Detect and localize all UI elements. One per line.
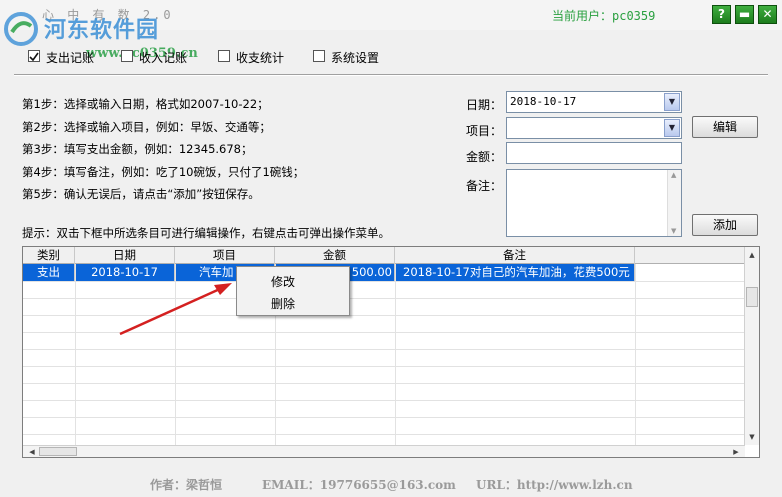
- close-button[interactable]: ✕: [758, 5, 777, 24]
- footer-url: URL：http://www.lzh.cn: [476, 478, 633, 492]
- step-3: 第3步：填写支出金额，例如：12345.678；: [22, 142, 253, 156]
- column-header[interactable]: 日期: [75, 247, 175, 264]
- note-label: 备注：: [466, 179, 503, 193]
- checkbox[interactable]: [218, 50, 230, 62]
- date-label: 日期：: [466, 98, 503, 112]
- add-button[interactable]: 添加: [692, 214, 758, 236]
- grid-column-line: [395, 264, 396, 447]
- grid-row-line: [23, 298, 745, 299]
- step-1: 第1步：选择或输入日期，格式如2007-10-22；: [22, 97, 269, 111]
- table-row[interactable]: 支出 2018-10-17 汽车加 500.00 2018-10-17对自己的汽…: [23, 264, 745, 281]
- note-textarea[interactable]: ▲ ▼: [506, 169, 682, 237]
- menu-item-modify[interactable]: 修改: [271, 273, 295, 290]
- tab-label: 系统设置: [331, 51, 380, 65]
- grid-row-line: [23, 400, 745, 401]
- item-select[interactable]: ▼: [506, 117, 682, 139]
- grid-row-line: [23, 366, 745, 367]
- grid-column-line: [175, 264, 176, 447]
- amount-label: 金额：: [466, 150, 503, 164]
- column-header[interactable]: 备注: [395, 247, 635, 264]
- scroll-down-icon[interactable]: ▼: [671, 227, 676, 235]
- step-2: 第2步：选择或输入项目，例如：早饭、交通等；: [22, 120, 271, 134]
- menu-item-delete[interactable]: 删除: [271, 295, 295, 312]
- scroll-up-icon[interactable]: ▲: [671, 171, 676, 179]
- date-select[interactable]: 2018-10-17 ▼: [506, 91, 682, 113]
- footer-author: 作者：梁哲恒: [150, 478, 223, 492]
- scroll-right-icon[interactable]: ▶: [729, 446, 743, 458]
- watermark-title: 河东软件园: [44, 18, 160, 43]
- context-menu: 修改 删除: [236, 266, 350, 316]
- checkmark-icon: [29, 52, 39, 62]
- grid-column-line: [635, 264, 636, 447]
- tab-label: 收入记账: [139, 51, 188, 65]
- chevron-down-icon[interactable]: ▼: [664, 119, 680, 137]
- footer: 作者：梁哲恒 EMAIL：19776655@163.com URL：http:/…: [0, 468, 782, 497]
- separator: [14, 74, 768, 76]
- item-label: 项目：: [466, 124, 503, 138]
- checkbox[interactable]: [313, 50, 325, 62]
- grid-column-line: [75, 264, 76, 447]
- date-value: 2018-10-17: [510, 95, 577, 108]
- scroll-down-icon[interactable]: ▼: [745, 431, 759, 443]
- cell-note: 2018-10-17对自己的汽车加油，花费500元: [395, 264, 635, 281]
- note-scrollbar[interactable]: ▲ ▼: [667, 170, 681, 236]
- column-header[interactable]: 类别: [23, 247, 75, 264]
- footer-email: EMAIL：19776655@163.com: [262, 478, 456, 492]
- help-button[interactable]: ?: [712, 5, 731, 24]
- chevron-down-icon[interactable]: ▼: [664, 93, 680, 111]
- scroll-up-icon[interactable]: ▲: [745, 249, 759, 261]
- tab-label: 支出记账: [46, 51, 95, 65]
- vertical-scrollbar[interactable]: ▲ ▼: [744, 247, 759, 445]
- grid-row-line: [23, 315, 745, 316]
- grid-row-line: [23, 281, 745, 282]
- scroll-thumb[interactable]: [39, 447, 77, 456]
- grid-row-line: [23, 417, 745, 418]
- edit-button[interactable]: 编辑: [692, 116, 758, 138]
- tab-label: 收支统计: [236, 51, 285, 65]
- scroll-thumb[interactable]: [746, 287, 758, 307]
- grid-row-line: [23, 332, 745, 333]
- amount-input[interactable]: [506, 142, 682, 164]
- column-header[interactable]: 项目: [175, 247, 275, 264]
- minimize-button[interactable]: ▬: [735, 5, 754, 24]
- step-5: 第5步：确认无误后，请点击“添加”按钮保存。: [22, 187, 260, 201]
- cell-category: 支出: [23, 264, 75, 281]
- watermark-logo-icon: [4, 12, 38, 46]
- cell-date: 2018-10-17: [75, 264, 175, 281]
- horizontal-scrollbar[interactable]: ◀ ▶: [23, 445, 745, 457]
- step-4: 第4步：填写备注，例如：吃了10碗饭，只付了1碗钱；: [22, 165, 305, 179]
- column-header[interactable]: 金额: [275, 247, 395, 264]
- checkbox[interactable]: [121, 50, 133, 62]
- grid-row-line: [23, 383, 745, 384]
- grid-row-line: [23, 434, 745, 435]
- scroll-left-icon[interactable]: ◀: [25, 446, 39, 458]
- records-table[interactable]: 类别 日期 项目 金额 备注 支出 2018-10-17 汽车加 500.00 …: [22, 246, 760, 458]
- grid-row-line: [23, 349, 745, 350]
- hint-text: 提示：双击下框中所选条目可进行编辑操作，右键点击可弹出操作菜单。: [22, 226, 390, 240]
- table-header: 类别 日期 项目 金额 备注: [23, 247, 745, 264]
- current-user-label: 当前用户：pc0359: [552, 9, 656, 23]
- checkbox[interactable]: [28, 50, 40, 62]
